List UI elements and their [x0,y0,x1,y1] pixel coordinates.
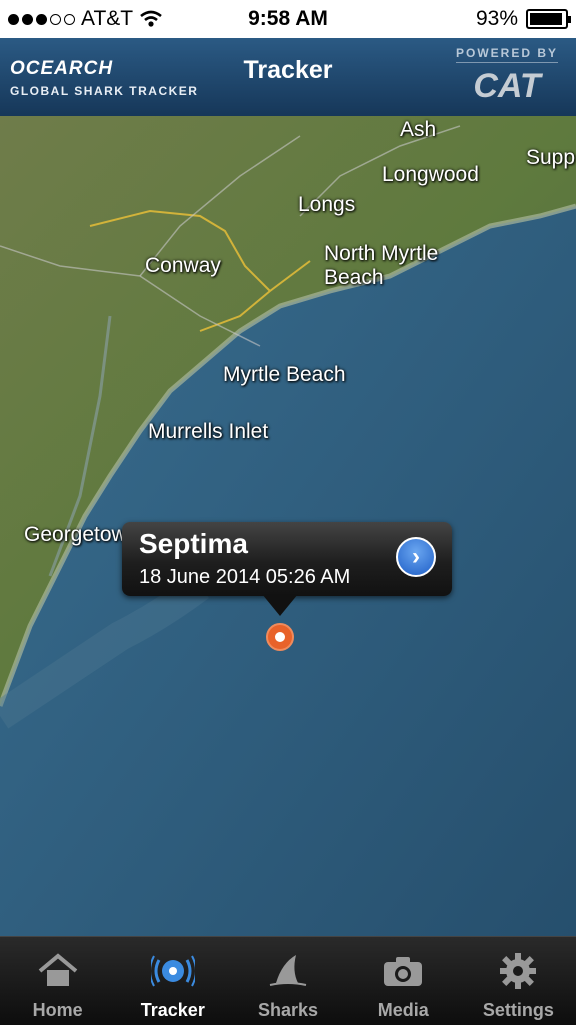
map-label-conway: Conway [145,254,221,277]
tab-settings[interactable]: Settings [461,937,576,1025]
app-header: OCEARCH GLOBAL SHARK TRACKER Tracker POW… [0,38,576,117]
tab-sharks-label: Sharks [257,1000,319,1020]
detail-disclosure-button[interactable]: › [396,537,436,577]
gear-icon [500,953,537,989]
shark-location-pin[interactable] [266,623,294,651]
callout-pointer [262,594,298,616]
map-label-ash: Ash [400,118,437,141]
battery-percent: 93% [475,7,518,30]
tab-tracker-label: Tracker [140,1000,205,1020]
tab-settings-label: Settings [482,1000,554,1020]
tracker-icon [150,955,195,987]
map-label-beach: Beach [324,266,384,289]
brand-subtitle: GLOBAL SHARK TRACKER [10,84,199,98]
tab-bar: Home Tracker Sharks Media Settings [0,936,576,1025]
powered-by-label: POWERED BY [455,46,558,63]
map-label-myrtle-beach: Myrtle Beach [223,363,346,386]
tab-tracker[interactable]: Tracker [115,937,230,1025]
map-label-murrells-inlet: Murrells Inlet [148,420,269,443]
shark-callout[interactable]: Septima 18 June 2014 05:26 AM › [122,522,452,596]
shark-name: Septima [139,528,248,559]
cat-logo: CAT [473,67,541,105]
battery-info: 93% [475,7,571,31]
home-icon [38,953,77,986]
map-label-longs: Longs [298,193,356,216]
battery-icon [526,9,571,29]
map-label-north-myrtle: North Myrtle [324,242,439,265]
sponsor-logo: POWERED BY CAT [455,46,558,106]
tab-media-label: Media [377,1000,429,1020]
tab-home-label: Home [32,1000,83,1020]
tab-sharks[interactable]: Sharks [230,937,345,1025]
ping-date: 18 June 2014 05:26 AM [139,566,351,588]
tab-home[interactable]: Home [0,937,115,1025]
camera-icon [384,957,423,986]
tab-media[interactable]: Media [346,937,461,1025]
map-label-supp: Supp [526,146,576,169]
shark-fin-icon [269,955,307,986]
status-bar: AT&T 9:58 AM 93% [0,0,576,38]
chevron-right-icon: › [412,543,420,570]
map-label-longwood: Longwood [382,163,479,186]
